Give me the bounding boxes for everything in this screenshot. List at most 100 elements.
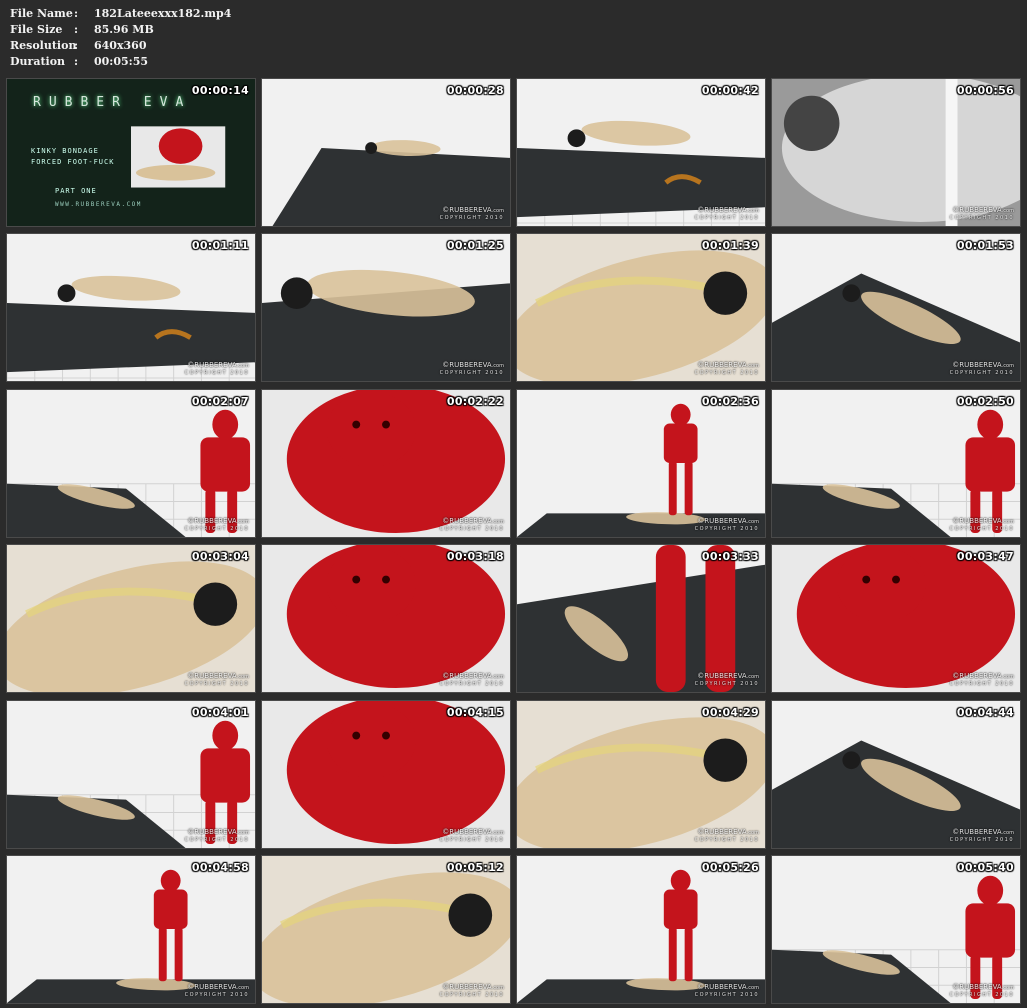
- resolution-row: Resolution : 640x360: [10, 38, 231, 54]
- watermark: ©RUBBEREVA.com COPYRIGHT 2010: [440, 207, 504, 222]
- title-card-line: KINKY BONDAGE: [31, 147, 99, 155]
- watermark: ©RUBBEREVA.com COPYRIGHT 2010: [950, 517, 1014, 533]
- watermark-suffix: .com: [1001, 829, 1014, 836]
- watermark-brand: ©RUBBEREVA: [442, 206, 492, 214]
- video-thumbnail: ©RUBBEREVA.com COPYRIGHT 2010 00:04:15: [261, 699, 511, 849]
- thumbnail-image: [517, 79, 765, 226]
- watermark-brand: ©RUBBEREVA: [952, 672, 1002, 681]
- watermark-suffix: .com: [746, 363, 759, 370]
- video-thumbnail: ©RUBBEREVA.com COPYRIGHT 2010 00:00:28: [261, 78, 511, 227]
- watermark-brand: ©RUBBEREVA: [187, 672, 237, 681]
- watermark-copyright: COPYRIGHT 2010: [184, 370, 249, 377]
- watermark: ©RUBBEREVA.com COPYRIGHT 2010: [950, 982, 1014, 999]
- watermark-brand: ©RUBBEREVA: [952, 206, 1002, 214]
- watermark-brand: ©RUBBEREVA: [442, 982, 492, 991]
- video-thumbnail: ©RUBBEREVA.com COPYRIGHT 2010 00:03:04: [6, 544, 256, 694]
- thumbnail-timestamp: 00:00:14: [191, 84, 249, 97]
- title-card-brand: RUBBER EVA: [33, 95, 192, 110]
- video-thumbnail: ©RUBBEREVA.com COPYRIGHT 2010 00:03:47: [771, 544, 1021, 694]
- thumbnail-image: [262, 700, 510, 848]
- thumbnail-timestamp: 00:00:28: [446, 84, 504, 97]
- watermark: ©RUBBEREVA.com COPYRIGHT 2010: [695, 362, 759, 377]
- watermark-suffix: .com: [236, 518, 249, 525]
- watermark-copyright: COPYRIGHT 2010: [184, 991, 249, 998]
- watermark: ©RUBBEREVA.com COPYRIGHT 2010: [440, 362, 504, 377]
- watermark: ©RUBBEREVA.com COPYRIGHT 2010: [185, 673, 249, 688]
- watermark: ©RUBBEREVA.com COPYRIGHT 2010: [440, 673, 504, 688]
- file-name-value: 182Lateeexxx182.mp4: [94, 7, 232, 20]
- file-name-sep: :: [74, 7, 79, 20]
- thumbnail-timestamp: 00:03:33: [701, 550, 759, 564]
- watermark: ©RUBBEREVA.com COPYRIGHT 2010: [695, 982, 759, 999]
- watermark: ©RUBBEREVA.com COPYRIGHT 2010: [695, 207, 759, 222]
- thumbnail-image: [262, 389, 510, 537]
- watermark-brand: ©RUBBEREVA: [442, 516, 492, 525]
- watermark-brand: ©RUBBEREVA: [952, 361, 1002, 370]
- thumbnail-image: [517, 700, 765, 848]
- video-thumbnail: ©RUBBEREVA.com COPYRIGHT 2010 00:02:07: [6, 388, 256, 538]
- watermark-brand: ©RUBBEREVA: [697, 672, 747, 681]
- thumbnail-timestamp: 00:05:40: [956, 860, 1014, 874]
- video-thumbnail: ©RUBBEREVA.com COPYRIGHT 2010 00:05:40: [771, 854, 1021, 1004]
- video-thumbnail: ©RUBBEREVA.com COPYRIGHT 2010 00:04:44: [771, 699, 1021, 849]
- watermark-copyright: COPYRIGHT 2010: [694, 681, 759, 688]
- watermark-copyright: COPYRIGHT 2010: [439, 681, 504, 688]
- watermark-brand: ©RUBBEREVA: [442, 827, 492, 836]
- watermark-brand: ©RUBBEREVA: [697, 206, 747, 214]
- thumbnail-timestamp: 00:02:50: [956, 394, 1014, 408]
- video-thumbnail: ©RUBBEREVA.com COPYRIGHT 2010 00:02:50: [771, 388, 1021, 538]
- watermark-copyright: COPYRIGHT 2010: [439, 991, 504, 998]
- thumbnail-image: [772, 855, 1020, 1003]
- watermark-brand: ©RUBBEREVA: [187, 982, 237, 991]
- watermark: ©RUBBEREVA.com COPYRIGHT 2010: [950, 362, 1014, 377]
- watermark-copyright: COPYRIGHT 2010: [439, 370, 504, 377]
- watermark: ©RUBBEREVA.com COPYRIGHT 2010: [950, 673, 1014, 688]
- watermark: ©RUBBEREVA.com COPYRIGHT 2010: [184, 982, 249, 999]
- watermark: ©RUBBEREVA.com COPYRIGHT 2010: [185, 828, 249, 844]
- watermark-suffix: .com: [746, 208, 759, 214]
- watermark-brand: ©RUBBEREVA: [187, 516, 237, 525]
- watermark-brand: ©RUBBEREVA: [952, 982, 1002, 991]
- watermark-copyright: COPYRIGHT 2010: [184, 681, 249, 688]
- video-thumbnail: ©RUBBEREVA.com COPYRIGHT 2010 00:02:36: [516, 388, 766, 538]
- watermark: ©RUBBEREVA.com COPYRIGHT 2010: [184, 516, 249, 533]
- thumbnail-timestamp: 00:00:42: [701, 84, 759, 97]
- watermark: ©RUBBEREVA.com COPYRIGHT 2010: [439, 982, 504, 999]
- thumbnail-timestamp: 00:02:07: [191, 394, 249, 408]
- thumbnail-timestamp: 00:01:25: [446, 239, 504, 253]
- file-size-label: File Size: [10, 23, 63, 36]
- title-card-line: FORCED FOOT-FUCK: [31, 158, 115, 166]
- video-thumbnail: ©RUBBEREVA.com COPYRIGHT 2010 00:04:29: [516, 699, 766, 849]
- thumbnail-image: [262, 79, 510, 226]
- watermark-suffix: .com: [1001, 518, 1014, 525]
- watermark-copyright: COPYRIGHT 2010: [184, 525, 249, 532]
- watermark-copyright: COPYRIGHT 2010: [439, 215, 504, 221]
- thumbnail-timestamp: 00:04:44: [956, 705, 1014, 719]
- file-size-sep: :: [74, 23, 79, 36]
- thumbnail-image: [7, 234, 255, 382]
- watermark-suffix: .com: [1001, 363, 1014, 370]
- watermark-brand: ©RUBBEREVA: [187, 361, 237, 370]
- video-thumbnail: RUBBER EVA KINKY BONDAGE FORCED FOOT-FUCK P…: [6, 78, 256, 227]
- watermark-suffix: .com: [1001, 208, 1014, 214]
- watermark-copyright: COPYRIGHT 2010: [949, 681, 1014, 688]
- thumbnail-image: [772, 389, 1020, 537]
- watermark: ©RUBBEREVA.com COPYRIGHT 2010: [694, 828, 759, 844]
- video-thumbnail: ©RUBBEREVA.com COPYRIGHT 2010 00:00:42: [516, 78, 766, 227]
- thumbnail-timestamp: 00:03:04: [191, 550, 249, 564]
- video-thumbnail: ©RUBBEREVA.com COPYRIGHT 2010 00:05:12: [261, 854, 511, 1004]
- watermark-suffix: .com: [236, 363, 249, 370]
- thumbnail-image: [7, 700, 255, 848]
- title-card-url: WWW.RUBBEREVA.COM: [55, 201, 142, 208]
- thumbnail-image: [772, 234, 1020, 382]
- video-thumbnail: ©RUBBEREVA.com COPYRIGHT 2010 00:04:58: [6, 854, 256, 1004]
- video-thumbnail: ©RUBBEREVA.com COPYRIGHT 2010 00:00:56: [771, 78, 1021, 227]
- thumbnail-timestamp: 00:04:58: [191, 860, 249, 874]
- video-thumbnail: ©RUBBEREVA.com COPYRIGHT 2010 00:02:22: [261, 388, 511, 538]
- watermark-copyright: COPYRIGHT 2010: [694, 836, 759, 843]
- thumbnail-image: [772, 700, 1020, 848]
- watermark: ©RUBBEREVA.com COPYRIGHT 2010: [950, 207, 1014, 222]
- watermark-brand: ©RUBBEREVA: [697, 982, 747, 991]
- watermark: ©RUBBEREVA.com COPYRIGHT 2010: [185, 362, 249, 377]
- file-size-row: File Size : 85.96 MB: [10, 22, 231, 38]
